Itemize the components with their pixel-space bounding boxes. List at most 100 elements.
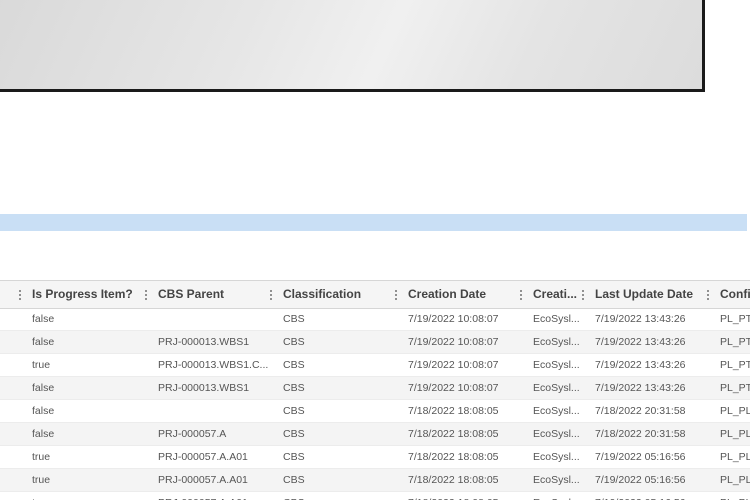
cell-creation-date[interactable]: 7/19/2022 10:08:07 bbox=[404, 308, 524, 330]
cell-config[interactable]: PL_PL bbox=[716, 469, 750, 491]
cell-classification[interactable]: CBS bbox=[279, 423, 399, 445]
cell-row-selector[interactable] bbox=[0, 469, 26, 491]
cell-cbs-parent[interactable]: PRJ-000013.WBS1.C... bbox=[154, 354, 274, 376]
cell-last-update-date[interactable]: 7/19/2022 13:43:26 bbox=[591, 377, 711, 399]
cell-last-update-date[interactable]: 7/18/2022 20:31:58 bbox=[591, 423, 711, 445]
cell-classification[interactable]: CBS bbox=[279, 492, 399, 500]
cell-config[interactable]: PL_PT bbox=[716, 354, 750, 376]
cell-cbs-parent[interactable] bbox=[154, 400, 274, 422]
cell-cbs-parent[interactable]: PRJ-000013.WBS1 bbox=[154, 331, 274, 353]
cell-config[interactable]: PL_PL bbox=[716, 446, 750, 468]
table-row[interactable]: true PRJ-000057.A.A01CBS7/18/2022 18:08:0… bbox=[0, 446, 750, 469]
cell-cbs-parent[interactable]: PRJ-000057.A.A01 bbox=[154, 469, 274, 491]
cell-creation-date[interactable]: 7/18/2022 18:08:05 bbox=[404, 400, 524, 422]
cell-last-update-date[interactable]: 7/19/2022 05:16:56 bbox=[591, 469, 711, 491]
cell-classification[interactable]: CBS bbox=[279, 331, 399, 353]
cell-cbs-parent[interactable]: PRJ-000057.A.A01 bbox=[154, 492, 274, 500]
cell-creation-date[interactable]: 7/19/2022 10:08:07 bbox=[404, 377, 524, 399]
cell-created-by[interactable]: EcoSysl... bbox=[529, 308, 587, 330]
cell-is-progress-item[interactable]: true bbox=[28, 354, 148, 376]
cell-last-update-date[interactable]: 7/18/2022 20:31:58 bbox=[591, 400, 711, 422]
cell-created-by[interactable]: EcoSysl... bbox=[529, 331, 587, 353]
table-row[interactable]: false PRJ-000013.WBS1 CBS 7/19/2022 10:08:0… bbox=[0, 331, 750, 354]
column-header-creation-date[interactable]: Creation Date bbox=[404, 281, 524, 308]
column-header-last-update-date[interactable]: Last Update Date bbox=[591, 281, 711, 308]
selection-band bbox=[0, 214, 747, 231]
cell-last-update-date[interactable]: 7/19/2022 13:43:26 bbox=[591, 354, 711, 376]
cell-classification[interactable]: CBS bbox=[279, 446, 399, 468]
table-row[interactable]: true PRJ-000057.A.A01CBS7/18/2022 18:08:0… bbox=[0, 469, 750, 492]
cell-is-progress-item[interactable]: true bbox=[28, 469, 148, 491]
cell-classification[interactable]: CBS bbox=[279, 469, 399, 491]
column-menu-icon[interactable] bbox=[395, 289, 397, 300]
cell-is-progress-item[interactable]: false bbox=[28, 423, 148, 445]
column-menu-icon[interactable] bbox=[270, 289, 272, 300]
cell-creation-date[interactable]: 7/18/2022 18:08:05 bbox=[404, 469, 524, 491]
cell-is-progress-item[interactable]: true bbox=[28, 492, 148, 500]
cell-creation-date[interactable]: 7/18/2022 18:08:05 bbox=[404, 492, 524, 500]
cell-classification[interactable]: CBS bbox=[279, 400, 399, 422]
column-header-created-by[interactable]: Creati... bbox=[529, 281, 587, 308]
column-menu-icon[interactable] bbox=[707, 289, 709, 300]
cell-row-selector[interactable] bbox=[0, 400, 26, 422]
cell-row-selector[interactable] bbox=[0, 377, 26, 399]
cell-created-by[interactable]: EcoSysl... bbox=[529, 400, 587, 422]
cell-config[interactable]: PL_PL bbox=[716, 423, 750, 445]
cell-config[interactable]: PL_PL bbox=[716, 492, 750, 500]
cell-last-update-date[interactable]: 7/19/2022 05:16:56 bbox=[591, 446, 711, 468]
table-row[interactable]: false CBS 7/19/2022 10:08:07 EcoSysl... 7/19… bbox=[0, 308, 750, 331]
cell-classification[interactable]: CBS bbox=[279, 377, 399, 399]
column-menu-icon[interactable] bbox=[145, 289, 147, 300]
cell-last-update-date[interactable]: 7/19/2022 13:43:26 bbox=[591, 308, 711, 330]
cell-config[interactable]: PL_PL bbox=[716, 400, 750, 422]
cell-created-by[interactable]: EcoSysl... bbox=[529, 469, 587, 491]
cell-classification[interactable]: CBS bbox=[279, 354, 399, 376]
cell-config[interactable]: PL_PT bbox=[716, 331, 750, 353]
cell-cbs-parent[interactable] bbox=[154, 308, 274, 330]
cell-cbs-parent[interactable]: PRJ-000013.WBS1 bbox=[154, 377, 274, 399]
column-header-blank[interactable] bbox=[0, 281, 26, 308]
cell-created-by[interactable]: EcoSysl... bbox=[529, 354, 587, 376]
data-grid: Is Progress Item? CBS Parent Classificat… bbox=[0, 280, 750, 500]
cell-row-selector[interactable] bbox=[0, 331, 26, 353]
column-header-is-progress-item[interactable]: Is Progress Item? bbox=[28, 281, 148, 308]
cell-is-progress-item[interactable]: false bbox=[28, 400, 148, 422]
column-header-classification[interactable]: Classification bbox=[279, 281, 399, 308]
cell-last-update-date[interactable]: 7/19/2022 13:43:26 bbox=[591, 331, 711, 353]
table-row[interactable]: false CBS 7/18/2022 18:08:05 EcoSysl... 7/18… bbox=[0, 400, 750, 423]
column-menu-icon[interactable] bbox=[19, 289, 21, 300]
cell-created-by[interactable]: EcoSysl... bbox=[529, 492, 587, 500]
cell-config[interactable]: PL_PT bbox=[716, 308, 750, 330]
cell-is-progress-item[interactable]: true bbox=[28, 446, 148, 468]
cell-row-selector[interactable] bbox=[0, 492, 26, 500]
column-menu-icon[interactable] bbox=[582, 289, 584, 300]
cell-row-selector[interactable] bbox=[0, 423, 26, 445]
cell-is-progress-item[interactable]: false bbox=[28, 331, 148, 353]
cell-cbs-parent[interactable]: PRJ-000057.A.A01 bbox=[154, 446, 274, 468]
cell-created-by[interactable]: EcoSysl... bbox=[529, 377, 587, 399]
cell-created-by[interactable]: EcoSysl... bbox=[529, 446, 587, 468]
cell-creation-date[interactable]: 7/18/2022 18:08:05 bbox=[404, 423, 524, 445]
table-row[interactable]: true PRJ-000013.WBS1.C... CBS 7/19/2022 10:… bbox=[0, 354, 750, 377]
cell-row-selector[interactable] bbox=[0, 308, 26, 330]
column-header-config[interactable]: Confi bbox=[716, 281, 750, 308]
grid-body: false CBS 7/19/2022 10:08:07 EcoSysl... 7/19… bbox=[0, 308, 750, 500]
cell-creation-date[interactable]: 7/18/2022 18:08:05 bbox=[404, 446, 524, 468]
cell-creation-date[interactable]: 7/19/2022 10:08:07 bbox=[404, 354, 524, 376]
cell-classification[interactable]: CBS bbox=[279, 308, 399, 330]
cell-creation-date[interactable]: 7/19/2022 10:08:07 bbox=[404, 331, 524, 353]
table-row[interactable]: true PRJ-000057.A.A01 CBS 7/18/2022 18:08:0… bbox=[0, 492, 750, 500]
table-row[interactable]: false PRJ-000057.A CBS 7/18/2022 18:08:05 Ec… bbox=[0, 423, 750, 446]
cell-created-by[interactable]: EcoSysl... bbox=[529, 423, 587, 445]
grid-header: Is Progress Item? CBS Parent Classificat… bbox=[0, 280, 750, 309]
column-menu-icon[interactable] bbox=[520, 289, 522, 300]
cell-row-selector[interactable] bbox=[0, 354, 26, 376]
table-row[interactable]: false PRJ-000013.WBS1 CBS 7/19/2022 10:08:0… bbox=[0, 377, 750, 400]
column-header-cbs-parent[interactable]: CBS Parent bbox=[154, 281, 274, 308]
cell-config[interactable]: PL_PT bbox=[716, 377, 750, 399]
cell-cbs-parent[interactable]: PRJ-000057.A bbox=[154, 423, 274, 445]
cell-row-selector[interactable] bbox=[0, 446, 26, 468]
cell-is-progress-item[interactable]: false bbox=[28, 308, 148, 330]
cell-last-update-date[interactable]: 7/19/2022 05:16:56 bbox=[591, 492, 711, 500]
cell-is-progress-item[interactable]: false bbox=[28, 377, 148, 399]
